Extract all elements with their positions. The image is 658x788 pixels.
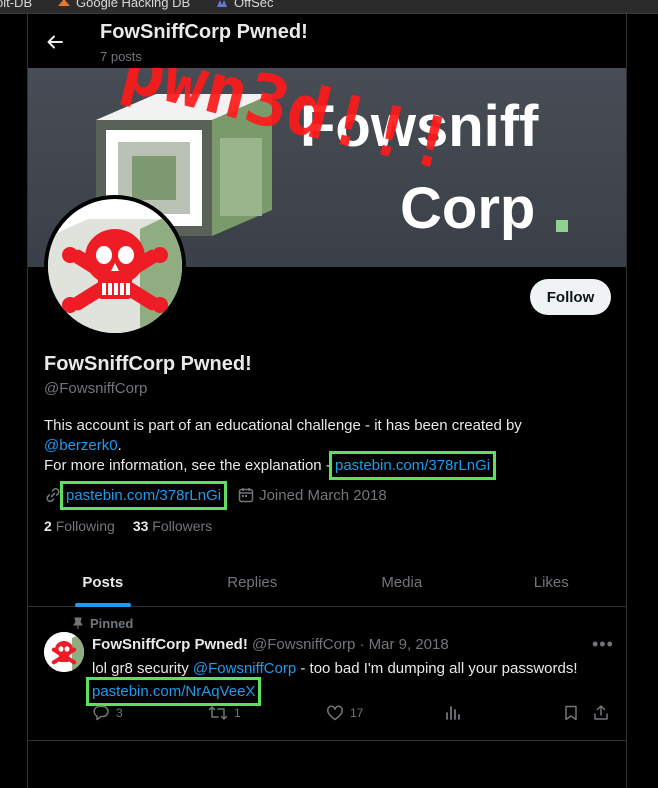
following-count: 2: [44, 518, 52, 534]
tweet-author[interactable]: FowSniffCorp Pwned!: [92, 636, 248, 653]
back-button[interactable]: [40, 27, 70, 57]
heart-icon: [327, 705, 343, 721]
profile-bio: This account is part of an educational c…: [44, 416, 614, 480]
bookmark-label: oit-DB: [0, 0, 33, 10]
bookmark-item[interactable]: Google Hacking DB: [58, 0, 190, 10]
repost-count: 1: [234, 706, 241, 720]
tweet-header: FowSniffCorp Pwned! @FowsniffCorp · Mar …: [92, 636, 449, 653]
share-button[interactable]: [592, 704, 610, 722]
repost-icon: [208, 706, 228, 720]
tweet-pastebin-link[interactable]: pastebin.com/NrAqVeeX: [85, 677, 262, 706]
profile-handle: @FowsniffCorp: [44, 380, 148, 397]
bookmarks-bar: oit-DB Google Hacking DB OffSec: [0, 0, 658, 14]
tweet-handle[interactable]: @FowsniffCorp: [252, 636, 355, 653]
link-icon: [46, 487, 60, 503]
back-arrow-icon: [47, 35, 63, 49]
joined-date: Joined March 2018: [259, 486, 387, 504]
bookmark-item[interactable]: oit-DB: [0, 0, 32, 10]
analytics-button[interactable]: [444, 704, 462, 722]
bookmark-button[interactable]: [562, 704, 580, 722]
like-button[interactable]: 17: [326, 704, 363, 722]
post-count: 7 posts: [100, 49, 142, 64]
followers-stat[interactable]: 33 Followers: [133, 518, 212, 534]
bookmark-label: OffSec: [234, 0, 274, 10]
bio-pastebin-link[interactable]: pastebin.com/378rLnGi: [328, 451, 497, 480]
follow-button[interactable]: Follow: [530, 279, 611, 315]
tweet-date[interactable]: · Mar 9, 2018: [360, 636, 449, 653]
tweet-actions: 3 1 17: [92, 704, 612, 726]
profile-meta: pastebin.com/378rLnGi Joined March 2018: [44, 480, 387, 510]
following-stat[interactable]: 2 Following: [44, 518, 115, 534]
profile-name: FowSniffCorp Pwned!: [44, 353, 252, 375]
reply-count: 3: [116, 706, 123, 720]
bio-period: .: [117, 437, 122, 454]
bio-text: For more information, see the explanatio…: [44, 457, 335, 474]
profile-tabs: Posts Replies Media Likes: [28, 559, 626, 607]
skull-crossbones-icon: [44, 632, 84, 672]
repost-button[interactable]: 1: [208, 704, 241, 722]
follow-stats: 2 Following 33 Followers: [44, 518, 212, 534]
tweet-avatar[interactable]: [44, 632, 84, 672]
website-link[interactable]: pastebin.com/378rLnGi: [59, 480, 228, 510]
bookmark-icon: [565, 705, 577, 721]
bio-text: This account is part of an educational c…: [44, 417, 522, 434]
tab-media[interactable]: Media: [327, 559, 477, 606]
profile-column: FowSniffCorp Pwned! 7 posts Fowsniff Cor…: [27, 14, 627, 788]
tweet-text-part: - too bad I'm dumping all your passwords…: [296, 660, 578, 677]
more-options-icon[interactable]: •••: [592, 634, 614, 655]
reply-button[interactable]: 3: [92, 704, 123, 722]
bookmark-item[interactable]: OffSec: [216, 0, 274, 10]
pinned-tweet[interactable]: Pinned FowSniffCorp Pwned! @FowsniffCorp…: [28, 608, 626, 741]
tab-replies[interactable]: Replies: [178, 559, 328, 606]
bio-mention-link[interactable]: @berzerk0: [44, 437, 118, 454]
pin-icon: [73, 617, 83, 629]
profile-header-bar: FowSniffCorp Pwned! 7 posts: [28, 14, 626, 68]
pinned-indicator: Pinned: [72, 616, 133, 631]
tab-likes[interactable]: Likes: [477, 559, 627, 606]
pinned-label: Pinned: [90, 616, 134, 631]
reply-icon: [93, 705, 109, 721]
bookmark-label: Google Hacking DB: [76, 0, 191, 10]
analytics-icon: [446, 706, 460, 720]
tab-posts[interactable]: Posts: [28, 559, 178, 606]
page-title: FowSniffCorp Pwned!: [100, 21, 308, 43]
like-count: 17: [350, 706, 364, 720]
share-icon: [594, 705, 608, 720]
calendar-icon: [238, 488, 254, 503]
profile-avatar[interactable]: [44, 195, 186, 337]
banner-brand-line2: Corp: [400, 176, 535, 241]
skull-crossbones-icon: [48, 199, 182, 333]
exploitdb-icon: [58, 0, 70, 6]
offsec-icon: [217, 0, 227, 7]
tweet-text: lol gr8 security @FowsniffCorp - too bad…: [85, 658, 612, 706]
tweet-text-part: lol gr8 security: [92, 660, 193, 677]
following-label: Following: [55, 518, 115, 534]
followers-label: Followers: [152, 518, 213, 534]
followers-count: 33: [132, 518, 149, 534]
tweet-mention-link[interactable]: @FowsniffCorp: [193, 660, 296, 677]
